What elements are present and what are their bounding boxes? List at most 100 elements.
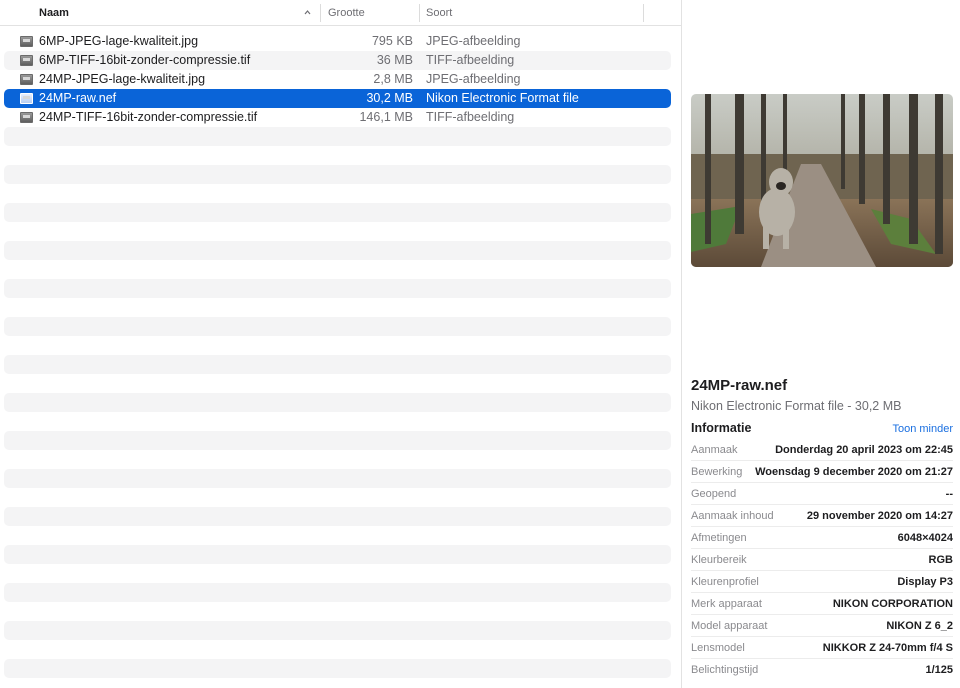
metadata-value: 6048×4024 [897,532,953,544]
metadata-value: Donderdag 20 april 2023 om 22:45 [775,444,953,456]
empty-row [0,450,681,469]
metadata-label: Lensmodel [691,642,745,654]
file-name: 24MP-raw.nef [39,91,117,105]
file-kind: JPEG-afbeelding [426,34,521,48]
metadata-row: Aanmaak Donderdag 20 april 2023 om 22:45 [691,439,953,461]
empty-row [0,393,681,412]
metadata-label: Merk apparaat [691,598,762,610]
metadata-value: RGB [928,554,953,566]
empty-row [0,431,681,450]
column-separator[interactable] [419,4,420,22]
metadata-row: Kleurbereik RGB [691,549,953,571]
dog-photo-thumbnail [691,94,953,267]
metadata-value: NIKKOR Z 24-70mm f/4 S [822,642,953,654]
empty-row [0,317,681,336]
empty-row [0,241,681,260]
metadata-row: Belichtingstijd 1/125 [691,659,953,681]
empty-row [0,146,681,165]
metadata-value: NIKON CORPORATION [832,598,953,610]
metadata-row: Bewerking Woensdag 9 december 2020 om 21… [691,461,953,483]
metadata-row: Lensmodel NIKKOR Z 24-70mm f/4 S [691,637,953,659]
metadata-value: Display P3 [897,576,953,588]
empty-row [0,222,681,241]
column-size-header[interactable]: Grootte [328,0,418,26]
file-name: 24MP-TIFF-16bit-zonder-compressie.tif [39,110,258,124]
file-kind: Nikon Electronic Format file [426,91,579,105]
metadata-value: NIKON Z 6_2 [886,620,953,632]
metadata-label: Geopend [691,488,737,500]
metadata-list: Aanmaak Donderdag 20 april 2023 om 22:45… [691,439,953,681]
metadata-row: Merk apparaat NIKON CORPORATION [691,593,953,615]
column-name-header[interactable]: Naam [39,0,309,26]
file-kind: JPEG-afbeelding [426,72,521,86]
file-rows: 6MP-JPEG-lage-kwaliteit.jpg 795 KB JPEG-… [0,32,681,127]
metadata-value: 1/125 [925,664,953,676]
metadata-row: Aanmaak inhoud 29 november 2020 om 14:27 [691,505,953,527]
column-separator[interactable] [643,4,644,22]
metadata-value: Woensdag 9 december 2020 om 21:27 [755,466,953,478]
empty-row [0,469,681,488]
empty-row-stripes [0,127,681,678]
empty-row [0,336,681,355]
empty-row [0,602,681,621]
file-kind: TIFF-afbeelding [426,53,515,67]
empty-row [0,374,681,393]
empty-row [0,564,681,583]
metadata-label: Aanmaak [691,444,738,456]
empty-row [0,659,681,678]
metadata-row: Kleurenprofiel Display P3 [691,571,953,593]
file-size: 146,1 MB [359,110,413,124]
column-header: Naam Grootte Soort [0,0,681,26]
metadata-value: -- [945,488,953,500]
file-name: 24MP-JPEG-lage-kwaliteit.jpg [39,72,206,86]
empty-row [0,165,681,184]
column-kind-header[interactable]: Soort [426,0,636,26]
image-file-icon [20,55,33,66]
column-separator[interactable] [320,4,321,22]
metadata-label: Kleurenprofiel [691,576,759,588]
metadata-row: Geopend -- [691,483,953,505]
image-file-icon [20,112,33,123]
image-preview [691,94,953,267]
metadata-row: Model apparaat NIKON Z 6_2 [691,615,953,637]
metadata-row: Afmetingen 6048×4024 [691,527,953,549]
empty-row [0,507,681,526]
metadata-label: Afmetingen [691,532,747,544]
empty-row [0,526,681,545]
file-row[interactable]: 6MP-TIFF-16bit-zonder-compressie.tif 36 … [0,51,681,70]
empty-row [0,260,681,279]
file-row[interactable]: 24MP-JPEG-lage-kwaliteit.jpg 2,8 MB JPEG… [0,70,681,89]
file-row[interactable]: 24MP-TIFF-16bit-zonder-compressie.tif 14… [0,108,681,127]
metadata-label: Model apparaat [691,620,768,632]
empty-row [0,412,681,431]
metadata-value: 29 november 2020 om 14:27 [806,510,953,522]
metadata-label: Bewerking [691,466,743,478]
preview-file-subtitle: Nikon Electronic Format file - 30,2 MB [691,399,902,413]
empty-row [0,621,681,640]
file-size: 36 MB [376,53,413,67]
empty-row [0,127,681,146]
file-row[interactable]: 6MP-JPEG-lage-kwaliteit.jpg 795 KB JPEG-… [0,32,681,51]
image-file-icon [20,93,33,104]
preview-pane: 24MP-raw.nef Nikon Electronic Format fil… [682,0,960,688]
show-less-link[interactable]: Toon minder [892,423,953,435]
empty-row [0,184,681,203]
file-kind: TIFF-afbeelding [426,110,515,124]
file-name: 6MP-TIFF-16bit-zonder-compressie.tif [39,53,251,67]
file-row-selected[interactable]: 24MP-raw.nef 30,2 MB Nikon Electronic Fo… [0,89,681,108]
metadata-label: Kleurbereik [691,554,747,566]
metadata-label: Belichtingstijd [691,664,759,676]
sort-ascending-icon[interactable] [304,9,311,16]
empty-row [0,298,681,317]
image-file-icon [20,36,33,47]
file-size: 795 KB [371,34,413,48]
file-name: 6MP-JPEG-lage-kwaliteit.jpg [39,34,199,48]
empty-row [0,355,681,374]
empty-row [0,545,681,564]
metadata-label: Aanmaak inhoud [691,510,774,522]
file-size: 30,2 MB [366,91,413,105]
empty-row [0,488,681,507]
empty-row [0,640,681,659]
empty-row [0,279,681,298]
preview-file-name: 24MP-raw.nef [691,377,788,394]
